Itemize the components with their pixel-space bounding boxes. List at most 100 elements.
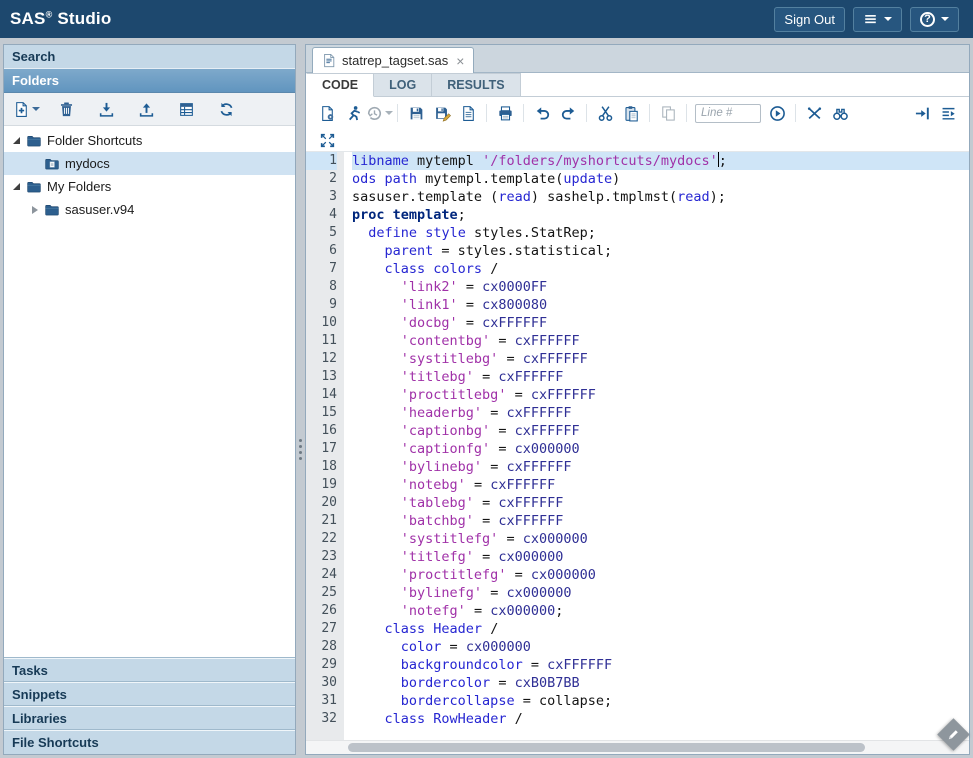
run-button[interactable] (340, 101, 366, 125)
print-button[interactable] (492, 101, 518, 125)
code-line-6[interactable]: parent = styles.statistical; (352, 242, 969, 260)
code-area[interactable]: libname mytempl '/folders/myshortcuts/my… (344, 152, 969, 740)
line-number: 12 (306, 350, 337, 368)
app-menu-button[interactable] (853, 7, 902, 32)
code-line-20[interactable]: 'tablebg' = cxFFFFFF (352, 494, 969, 512)
code-line-15[interactable]: 'headerbg' = cxFFFFFF (352, 404, 969, 422)
scrollbar-thumb[interactable] (348, 743, 865, 752)
code-line-28[interactable]: color = cx000000 (352, 638, 969, 656)
clear-code-button[interactable] (801, 101, 827, 125)
section-folders[interactable]: Folders (4, 69, 295, 93)
code-line-9[interactable]: 'link1' = cx800080 (352, 296, 969, 314)
goto-line-button[interactable] (764, 101, 790, 125)
tree-item-folder-shortcuts[interactable]: Folder Shortcuts (4, 129, 295, 152)
line-number: 21 (306, 512, 337, 530)
delete-button[interactable] (54, 97, 78, 121)
tab-code[interactable]: CODE (306, 73, 374, 97)
format-code-button[interactable] (935, 101, 961, 125)
section-snippets[interactable]: Snippets (4, 682, 295, 706)
panel-splitter[interactable] (296, 44, 305, 755)
line-number: 26 (306, 602, 337, 620)
code-line-26[interactable]: 'notefg' = cx000000; (352, 602, 969, 620)
section-file-shortcuts[interactable]: File Shortcuts (4, 730, 295, 754)
code-line-31[interactable]: bordercollapse = collapse; (352, 692, 969, 710)
chevron-down-icon (385, 111, 393, 115)
line-number: 13 (306, 368, 337, 386)
line-number: 22 (306, 530, 337, 548)
horizontal-scrollbar[interactable] (306, 740, 969, 754)
line-number: 5 (306, 224, 337, 242)
section-tasks[interactable]: Tasks (4, 658, 295, 682)
save-as-button[interactable] (429, 101, 455, 125)
insert-code-button[interactable] (909, 101, 935, 125)
tab-statrep-tagset-sas[interactable]: statrep_tagset.sas (312, 47, 474, 73)
tree-expanded-icon[interactable] (10, 180, 23, 193)
code-line-18[interactable]: 'bylinebg' = cxFFFFFF (352, 458, 969, 476)
code-line-17[interactable]: 'captionfg' = cx000000 (352, 440, 969, 458)
tree-item-mydocs[interactable]: mydocs (4, 152, 295, 175)
code-line-21[interactable]: 'batchbg' = cxFFFFFF (352, 512, 969, 530)
code-line-10[interactable]: 'docbg' = cxFFFFFF (352, 314, 969, 332)
code-line-25[interactable]: 'bylinefg' = cx000000 (352, 584, 969, 602)
tab-results[interactable]: RESULTS (432, 73, 520, 97)
line-number: 17 (306, 440, 337, 458)
code-line-13[interactable]: 'titlebg' = cxFFFFFF (352, 368, 969, 386)
code-line-23[interactable]: 'titlefg' = cx000000 (352, 548, 969, 566)
undo-button[interactable] (529, 101, 555, 125)
code-line-3[interactable]: sasuser.template (read) sashelp.tmplmst(… (352, 188, 969, 206)
code-line-12[interactable]: 'systitlebg' = cxFFFFFF (352, 350, 969, 368)
code-line-1[interactable]: libname mytempl '/folders/myshortcuts/my… (352, 152, 969, 170)
insert-icon (914, 105, 931, 122)
code-line-14[interactable]: 'proctitlebg' = cxFFFFFF (352, 386, 969, 404)
submission-history-button[interactable] (366, 101, 392, 125)
upload-button[interactable] (134, 97, 158, 121)
tab-log[interactable]: LOG (374, 73, 432, 97)
code-line-32[interactable]: class RowHeader / (352, 710, 969, 728)
tree-item-label: mydocs (65, 156, 110, 171)
code-editor[interactable]: 1234567891011121314151617181920212223242… (306, 151, 969, 740)
find-replace-button[interactable] (827, 101, 853, 125)
section-search[interactable]: Search (4, 45, 295, 69)
sign-out-button[interactable]: Sign Out (774, 7, 845, 32)
cut-button[interactable] (592, 101, 618, 125)
code-line-24[interactable]: 'proctitlefg' = cx000000 (352, 566, 969, 584)
code-line-2[interactable]: ods path mytempl.template(update) (352, 170, 969, 188)
code-line-30[interactable]: bordercolor = cxB0B7BB (352, 674, 969, 692)
copy-button[interactable] (655, 101, 681, 125)
new-program-button[interactable] (314, 101, 340, 125)
code-line-19[interactable]: 'notebg' = cxFFFFFF (352, 476, 969, 494)
maximize-view-button[interactable] (314, 128, 340, 152)
code-line-4[interactable]: proc template; (352, 206, 969, 224)
properties-button[interactable] (174, 97, 198, 121)
code-line-11[interactable]: 'contentbg' = cxFFFFFF (352, 332, 969, 350)
tree-item-my-folders[interactable]: My Folders (4, 175, 295, 198)
redo-button[interactable] (555, 101, 581, 125)
tree-collapsed-icon[interactable] (28, 203, 41, 216)
download-button[interactable] (94, 97, 118, 121)
section-libraries[interactable]: Libraries (4, 706, 295, 730)
refresh-icon (218, 101, 235, 118)
code-line-22[interactable]: 'systitlefg' = cx000000 (352, 530, 969, 548)
line-number: 4 (306, 206, 337, 224)
code-line-8[interactable]: 'link2' = cx0000FF (352, 278, 969, 296)
code-line-7[interactable]: class colors / (352, 260, 969, 278)
undo-icon (534, 105, 551, 122)
save-button[interactable] (403, 101, 429, 125)
code-line-27[interactable]: class Header / (352, 620, 969, 638)
close-icon[interactable] (456, 54, 464, 68)
line-number-input[interactable] (695, 104, 761, 123)
code-line-5[interactable]: define style styles.StatRep; (352, 224, 969, 242)
program-summary-button[interactable] (455, 101, 481, 125)
code-line-29[interactable]: backgroundcolor = cxFFFFFF (352, 656, 969, 674)
tree-expanded-icon[interactable] (10, 134, 23, 147)
help-button[interactable] (910, 7, 959, 32)
line-number: 23 (306, 548, 337, 566)
folder-tree: Folder Shortcuts mydocs My Folderssasuser.… (4, 126, 295, 658)
new-item-button[interactable] (14, 97, 38, 121)
cut-icon (597, 105, 614, 122)
line-number: 11 (306, 332, 337, 350)
refresh-button[interactable] (214, 97, 238, 121)
paste-button[interactable] (618, 101, 644, 125)
code-line-16[interactable]: 'captionbg' = cxFFFFFF (352, 422, 969, 440)
tree-item-sasuser-v94[interactable]: sasuser.v94 (4, 198, 295, 221)
